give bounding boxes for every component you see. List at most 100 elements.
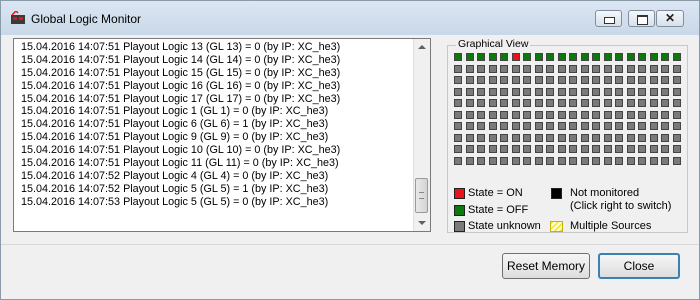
logic-cell-unknown[interactable]	[488, 156, 497, 165]
logic-cell-unknown[interactable]	[592, 110, 600, 119]
logic-cell-unknown[interactable]	[523, 133, 531, 142]
logic-cell-unknown[interactable]	[523, 110, 531, 119]
logic-cell-unknown[interactable]	[534, 99, 543, 107]
logic-cell-unknown[interactable]	[592, 87, 600, 96]
logic-cell-unknown[interactable]	[672, 87, 681, 96]
logic-cell-unknown[interactable]	[534, 133, 543, 142]
logic-cell-unknown[interactable]	[454, 110, 462, 119]
logic-cell-unknown[interactable]	[649, 76, 658, 84]
logic-cell-unknown[interactable]	[557, 110, 566, 119]
logic-cell-unknown[interactable]	[534, 76, 543, 84]
logic-cell-unknown[interactable]	[534, 122, 543, 130]
logic-cell-unknown[interactable]	[546, 64, 554, 73]
logic-cell-unknown[interactable]	[615, 110, 623, 119]
logic-cell-unknown[interactable]	[557, 87, 566, 96]
logic-cell-unknown[interactable]	[638, 76, 646, 84]
logic-cell-unknown[interactable]	[592, 64, 600, 73]
logic-cell-unknown[interactable]	[569, 64, 577, 73]
logic-cell-unknown[interactable]	[534, 64, 543, 73]
logic-cell-unknown[interactable]	[615, 76, 623, 84]
logic-cell-unknown[interactable]	[649, 156, 658, 165]
logic-cell-unknown[interactable]	[454, 156, 462, 165]
logic-cell-unknown[interactable]	[661, 87, 669, 96]
logic-cell-unknown[interactable]	[661, 133, 669, 142]
logic-cell-unknown[interactable]	[661, 99, 669, 107]
logic-cell-unknown[interactable]	[626, 156, 635, 165]
logic-cell-unknown[interactable]	[465, 110, 474, 119]
logic-cell-unknown[interactable]	[580, 133, 589, 142]
logic-cell-unknown[interactable]	[454, 64, 462, 73]
logic-cell-unknown[interactable]	[511, 64, 520, 73]
logic-cell-unknown[interactable]	[661, 145, 669, 153]
logic-cell-unknown[interactable]	[626, 87, 635, 96]
logic-cell-off[interactable]	[615, 53, 623, 61]
logic-cell-unknown[interactable]	[615, 87, 623, 96]
logic-cell-unknown[interactable]	[465, 145, 474, 153]
logic-cell-off[interactable]	[649, 53, 658, 61]
logic-cell-unknown[interactable]	[580, 156, 589, 165]
logic-cell-unknown[interactable]	[638, 122, 646, 130]
logic-cell-unknown[interactable]	[649, 99, 658, 107]
logic-cell-unknown[interactable]	[488, 87, 497, 96]
logic-cell-unknown[interactable]	[615, 99, 623, 107]
logic-cell-unknown[interactable]	[534, 110, 543, 119]
logic-cell-off[interactable]	[672, 53, 681, 61]
logic-cell-unknown[interactable]	[615, 133, 623, 142]
logic-cell-unknown[interactable]	[626, 76, 635, 84]
logic-cell-unknown[interactable]	[603, 145, 612, 153]
logic-cell-unknown[interactable]	[500, 133, 508, 142]
logic-cell-unknown[interactable]	[603, 64, 612, 73]
logic-cell-unknown[interactable]	[500, 76, 508, 84]
logic-cell-unknown[interactable]	[603, 156, 612, 165]
logic-cell-unknown[interactable]	[672, 99, 681, 107]
logic-cell-unknown[interactable]	[626, 133, 635, 142]
logic-cell-unknown[interactable]	[557, 76, 566, 84]
logic-cell-unknown[interactable]	[546, 133, 554, 142]
logic-cell-unknown[interactable]	[500, 122, 508, 130]
logic-cell-unknown[interactable]	[638, 156, 646, 165]
logic-cell-unknown[interactable]	[511, 76, 520, 84]
logic-cell-unknown[interactable]	[569, 145, 577, 153]
logic-cell-off[interactable]	[546, 53, 554, 61]
logic-cell-unknown[interactable]	[557, 133, 566, 142]
logic-cell-unknown[interactable]	[465, 122, 474, 130]
logic-cell-unknown[interactable]	[488, 76, 497, 84]
logic-cell-unknown[interactable]	[546, 110, 554, 119]
logic-cell-on[interactable]	[511, 53, 520, 61]
logic-cell-unknown[interactable]	[465, 156, 474, 165]
logic-cell-off[interactable]	[603, 53, 612, 61]
logic-cell-unknown[interactable]	[580, 64, 589, 73]
logic-cell-unknown[interactable]	[649, 87, 658, 96]
logic-cell-unknown[interactable]	[500, 145, 508, 153]
logic-cell-unknown[interactable]	[672, 64, 681, 73]
logic-cell-off[interactable]	[569, 53, 577, 61]
logic-cell-unknown[interactable]	[454, 133, 462, 142]
logic-cell-unknown[interactable]	[534, 156, 543, 165]
logic-cell-unknown[interactable]	[465, 87, 474, 96]
logic-cell-unknown[interactable]	[488, 64, 497, 73]
logic-cell-unknown[interactable]	[661, 110, 669, 119]
logic-cell-unknown[interactable]	[569, 76, 577, 84]
logic-cell-unknown[interactable]	[511, 133, 520, 142]
logic-cell-unknown[interactable]	[546, 99, 554, 107]
logic-cell-unknown[interactable]	[534, 87, 543, 96]
logic-cell-unknown[interactable]	[477, 156, 485, 165]
logic-cell-unknown[interactable]	[500, 99, 508, 107]
logic-cell-unknown[interactable]	[523, 64, 531, 73]
logic-cell-off[interactable]	[465, 53, 474, 61]
logic-cell-unknown[interactable]	[580, 122, 589, 130]
logic-cell-off[interactable]	[477, 53, 485, 61]
logic-cell-unknown[interactable]	[626, 99, 635, 107]
logic-cell-unknown[interactable]	[454, 145, 462, 153]
logic-cell-off[interactable]	[523, 53, 531, 61]
logic-cell-unknown[interactable]	[557, 122, 566, 130]
logic-cell-unknown[interactable]	[557, 145, 566, 153]
logic-cell-unknown[interactable]	[592, 76, 600, 84]
logic-cell-unknown[interactable]	[534, 145, 543, 153]
logic-cell-unknown[interactable]	[580, 87, 589, 96]
logic-cell-unknown[interactable]	[672, 122, 681, 130]
logic-cell-unknown[interactable]	[592, 145, 600, 153]
logic-cell-unknown[interactable]	[615, 145, 623, 153]
logic-cell-off[interactable]	[454, 53, 462, 61]
logic-cell-unknown[interactable]	[511, 156, 520, 165]
